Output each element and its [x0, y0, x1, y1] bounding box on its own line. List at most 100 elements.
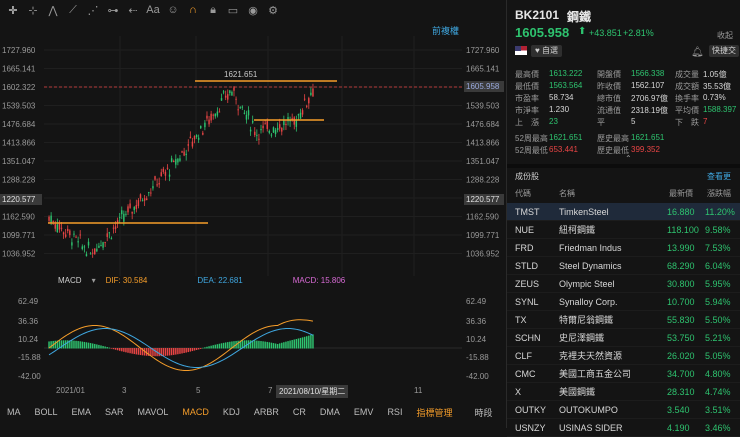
table-row[interactable]: OUTKY OUTOKUMPO 3.540 3.51%	[507, 401, 740, 419]
table-row[interactable]: SCHN 史尼澤鋼鐵 53.750 5.21%	[507, 329, 740, 347]
table-row[interactable]: FRD Friedman Indus 13.990 7.53%	[507, 239, 740, 257]
macd-name[interactable]: MACD	[58, 276, 82, 285]
table-row[interactable]: TMST TimkenSteel 16.880 11.20%	[507, 203, 740, 221]
chevron-down-icon[interactable]: ▾	[92, 276, 96, 285]
hist-high: 1621.651	[631, 133, 665, 142]
table-row[interactable]: TX 特爾尼翁鋼鐵 55.830 5.50%	[507, 311, 740, 329]
watchlist-label: 自選	[541, 46, 558, 55]
y-tick-label: 1602.322	[2, 83, 36, 92]
macd-bar	[278, 343, 281, 349]
stat-label: 總市值	[597, 94, 621, 103]
emoji-icon[interactable]: ☺	[164, 1, 182, 19]
candle-body	[202, 132, 204, 135]
macd-bar	[268, 342, 271, 349]
macd-bar	[98, 344, 100, 349]
indicator-tab-13[interactable]: 時段	[467, 406, 499, 419]
candle-body	[251, 120, 254, 123]
macd-bar	[187, 348, 190, 353]
table-row[interactable]: NUE 紐柯鋼鐵 118.100 9.58%	[507, 221, 740, 239]
magnet-icon[interactable]: ∩	[184, 1, 202, 19]
settings-icon[interactable]: ⚙	[264, 1, 282, 19]
candle-body	[224, 95, 227, 98]
connect-icon[interactable]: ⊶	[104, 1, 122, 19]
macd-tick-label: 62.49	[18, 297, 39, 306]
indicator-tab-2[interactable]: EMA	[65, 407, 99, 417]
macd-bar	[73, 340, 75, 349]
eye-icon[interactable]: ◉	[244, 1, 262, 19]
bell-icon[interactable]: 🔔︎	[691, 47, 704, 58]
macd-chart[interactable]: 62.49 62.49 36.36 36.36 10.24 10.24 -15.88 -15.…	[0, 290, 506, 385]
y-tick-label-right: 1476.684	[466, 120, 500, 129]
col-price[interactable]: 最新價	[669, 188, 693, 199]
quick-trade-button[interactable]: 快捷交	[709, 45, 739, 57]
candle-body	[305, 105, 308, 107]
trend-icon[interactable]: ⋰	[84, 1, 102, 19]
view-all-link[interactable]: 查看更	[707, 171, 731, 182]
indicator-tab-3[interactable]: SAR	[98, 407, 131, 417]
macd-tick-label: -42.00	[18, 372, 41, 381]
table-row[interactable]: ZEUS Olympic Steel 30.800 5.95%	[507, 275, 740, 293]
indicator-tab-7[interactable]: ARBR	[247, 407, 286, 417]
row-change: 3.51%	[705, 404, 731, 415]
crosshair-icon[interactable]: ⊹	[24, 1, 42, 19]
zigzag-icon[interactable]: ⋀	[44, 1, 62, 19]
back-icon[interactable]: ⇠	[124, 1, 142, 19]
trash-icon[interactable]: ▭	[224, 1, 242, 19]
line-tool-icon[interactable]: ⟋	[64, 1, 82, 19]
macd-bar	[299, 337, 302, 349]
tag-left-text: 1220.577	[2, 195, 36, 204]
macd-bar	[114, 348, 117, 350]
macd-bar	[129, 348, 131, 354]
indicator-tab-9[interactable]: DMA	[313, 407, 347, 417]
col-name[interactable]: 名稱	[559, 188, 575, 199]
col-change[interactable]: 漲跌幅	[707, 188, 731, 199]
week52-high-label: 52周最高	[515, 134, 548, 143]
stat-value: 1566.338	[631, 69, 665, 78]
indicator-tab-5[interactable]: MACD	[175, 407, 216, 417]
lock-icon[interactable]: 🔒︎	[204, 1, 222, 19]
stat-value: 1613.222	[549, 69, 583, 78]
candle-body	[56, 224, 59, 233]
indicator-tab-6[interactable]: KDJ	[216, 407, 247, 417]
indicator-tab-8[interactable]: CR	[286, 407, 313, 417]
candle-body	[299, 112, 302, 119]
table-row[interactable]: SYNL Synalloy Corp. 10.700 5.94%	[507, 293, 740, 311]
macd-bar	[264, 341, 266, 349]
candle-body	[145, 198, 148, 201]
macd-bar	[87, 342, 90, 349]
table-row[interactable]: CLF 克裡夫天然資源 26.020 5.05%	[507, 347, 740, 365]
stat-label: 上 漲	[515, 118, 539, 127]
candle-body	[189, 136, 192, 139]
indicator-tab-12[interactable]: 指標管理	[409, 406, 459, 419]
watchlist-button[interactable]: ♥ 自選	[531, 45, 562, 57]
macd-bar	[94, 343, 96, 349]
indicator-tab-4[interactable]: MAVOL	[131, 407, 176, 417]
table-row[interactable]: USNZY USINAS SIDER 4.190 3.46%	[507, 419, 740, 437]
macd-bar	[54, 340, 57, 349]
macd-bar	[181, 348, 183, 354]
candle-body	[148, 192, 150, 194]
fold-button[interactable]: 收起	[717, 30, 733, 41]
macd-bar	[297, 338, 300, 349]
candle-body	[112, 227, 115, 229]
indicator-tab-1[interactable]: BOLL	[28, 407, 65, 417]
candle-body	[295, 120, 298, 127]
x-label: 2021/01	[56, 386, 85, 395]
row-name: Synalloy Corp.	[559, 296, 618, 307]
candle-body	[87, 241, 90, 246]
indicator-tab-10[interactable]: EMV	[347, 407, 381, 417]
macd-tick-label: -15.88	[18, 353, 41, 362]
indicator-tab-11[interactable]: RSI	[380, 407, 409, 417]
price-chart[interactable]: 1727.960 1727.960 1665.141 1665.141 1602.322…	[0, 36, 506, 308]
col-code[interactable]: 代碼	[515, 188, 531, 199]
indicator-tab-0[interactable]: MA	[0, 407, 28, 417]
y-tick-label: 1665.141	[2, 65, 36, 74]
plus-icon[interactable]: ✛	[4, 1, 22, 19]
candle-body	[137, 200, 140, 206]
chevron-up-icon[interactable]: ⌃	[625, 154, 632, 163]
table-row[interactable]: CMC 美國工商五金公司 34.700 4.80%	[507, 365, 740, 383]
text-icon[interactable]: Aa	[144, 1, 162, 19]
table-row[interactable]: STLD Steel Dynamics 68.290 6.04%	[507, 257, 740, 275]
table-row[interactable]: X 美國鋼鐵 28.310 4.74%	[507, 383, 740, 401]
candle-body	[96, 248, 98, 252]
